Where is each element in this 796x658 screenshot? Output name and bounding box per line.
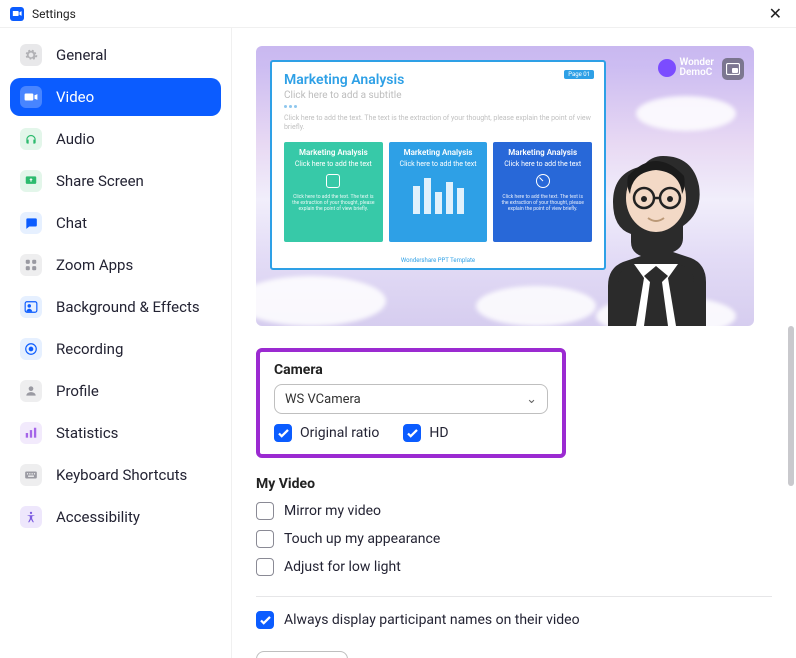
slide-card: Marketing Analysis Click here to add the… xyxy=(284,142,383,242)
checkbox-unchecked-icon xyxy=(256,530,274,548)
camera-section-highlight: Camera WS VCamera ⌄ Original ratio HD xyxy=(256,348,566,458)
presentation-slide: Page 01 Marketing Analysis Click here to… xyxy=(270,60,606,270)
checkbox-unchecked-icon xyxy=(256,502,274,520)
gear-icon xyxy=(20,44,42,66)
checkbox-checked-icon xyxy=(403,424,421,442)
recording-icon xyxy=(20,338,42,360)
accessibility-icon xyxy=(20,506,42,528)
sidebar-item-label: Share Screen xyxy=(56,172,144,190)
advanced-button[interactable]: Advanced xyxy=(256,651,348,658)
hd-label: HD xyxy=(429,425,448,441)
mirror-video-label: Mirror my video xyxy=(284,503,381,519)
original-ratio-checkbox[interactable]: Original ratio xyxy=(274,424,379,442)
video-icon xyxy=(20,86,42,108)
profile-icon xyxy=(20,380,42,402)
camera-section-label: Camera xyxy=(274,362,548,378)
sidebar-item-recording[interactable]: Recording xyxy=(10,330,221,368)
slide-footer: Wondershare PPT Template xyxy=(272,257,604,264)
touch-up-label: Touch up my appearance xyxy=(284,531,440,547)
keyboard-icon xyxy=(20,464,42,486)
chevron-down-icon: ⌄ xyxy=(526,392,537,407)
checkbox-checked-icon xyxy=(274,424,292,442)
sidebar-item-chat[interactable]: Chat xyxy=(10,204,221,242)
camera-selected-value: WS VCamera xyxy=(285,392,361,407)
watermark: Wonder DemoC xyxy=(658,58,714,78)
sidebar-item-audio[interactable]: Audio xyxy=(10,120,221,158)
touch-up-checkbox[interactable]: Touch up my appearance xyxy=(256,530,772,548)
divider xyxy=(256,596,772,597)
sidebar-item-profile[interactable]: Profile xyxy=(10,372,221,410)
slide-card: Marketing Analysis Click here to add the… xyxy=(389,142,488,242)
camera-preview: Page 01 Marketing Analysis Click here to… xyxy=(256,46,754,326)
sidebar-item-label: Profile xyxy=(56,382,99,400)
close-button[interactable]: ✕ xyxy=(765,4,786,23)
sidebar-item-zoom-apps[interactable]: Zoom Apps xyxy=(10,246,221,284)
slide-page-tag: Page 01 xyxy=(564,70,594,79)
sidebar-item-label: Keyboard Shortcuts xyxy=(56,466,187,484)
chat-icon xyxy=(20,212,42,234)
slide-subtitle: Click here to add a subtitle xyxy=(284,90,592,101)
democreator-logo-icon xyxy=(658,59,676,77)
main-panel: Page 01 Marketing Analysis Click here to… xyxy=(232,28,796,658)
checkbox-unchecked-icon xyxy=(256,558,274,576)
sidebar-item-label: Chat xyxy=(56,214,87,232)
sidebar-item-video[interactable]: Video xyxy=(10,78,221,116)
avatar xyxy=(578,136,728,326)
slide-description: Click here to add the text. The text is … xyxy=(284,114,592,132)
sidebar-item-label: General xyxy=(56,46,107,64)
sidebar-item-background-effects[interactable]: Background & Effects xyxy=(10,288,221,326)
checkbox-checked-icon xyxy=(256,611,274,629)
low-light-checkbox[interactable]: Adjust for low light xyxy=(256,558,772,576)
settings-sidebar: General Video Audio Share Screen Chat xyxy=(0,28,232,658)
background-icon xyxy=(20,296,42,318)
original-ratio-label: Original ratio xyxy=(300,425,379,441)
display-names-label: Always display participant names on thei… xyxy=(284,612,580,628)
zoom-app-icon xyxy=(10,7,24,21)
display-names-checkbox[interactable]: Always display participant names on thei… xyxy=(256,611,772,629)
camera-dropdown[interactable]: WS VCamera ⌄ xyxy=(274,384,548,414)
sidebar-item-label: Zoom Apps xyxy=(56,256,133,274)
titlebar: Settings ✕ xyxy=(0,0,796,28)
sidebar-item-general[interactable]: General xyxy=(10,36,221,74)
my-video-section-label: My Video xyxy=(256,476,772,492)
sidebar-item-label: Statistics xyxy=(56,424,118,442)
sidebar-item-statistics[interactable]: Statistics xyxy=(10,414,221,452)
sidebar-item-label: Recording xyxy=(56,340,123,358)
share-screen-icon xyxy=(20,170,42,192)
mirror-video-checkbox[interactable]: Mirror my video xyxy=(256,502,772,520)
statistics-icon xyxy=(20,422,42,444)
sidebar-item-label: Accessibility xyxy=(56,508,140,526)
my-video-section: My Video Mirror my video Touch up my app… xyxy=(256,476,772,576)
slide-title: Marketing Analysis xyxy=(284,72,592,88)
sidebar-item-accessibility[interactable]: Accessibility xyxy=(10,498,221,536)
hd-checkbox[interactable]: HD xyxy=(403,424,448,442)
sidebar-item-keyboard-shortcuts[interactable]: Keyboard Shortcuts xyxy=(10,456,221,494)
window-title: Settings xyxy=(32,7,765,21)
apps-icon xyxy=(20,254,42,276)
headphones-icon xyxy=(20,128,42,150)
sidebar-item-share-screen[interactable]: Share Screen xyxy=(10,162,221,200)
sidebar-item-label: Audio xyxy=(56,130,95,148)
picture-in-picture-icon[interactable] xyxy=(722,58,744,80)
sidebar-item-label: Video xyxy=(56,88,94,106)
scrollbar-thumb[interactable] xyxy=(788,326,794,486)
low-light-label: Adjust for low light xyxy=(284,559,401,575)
sidebar-item-label: Background & Effects xyxy=(56,298,200,316)
